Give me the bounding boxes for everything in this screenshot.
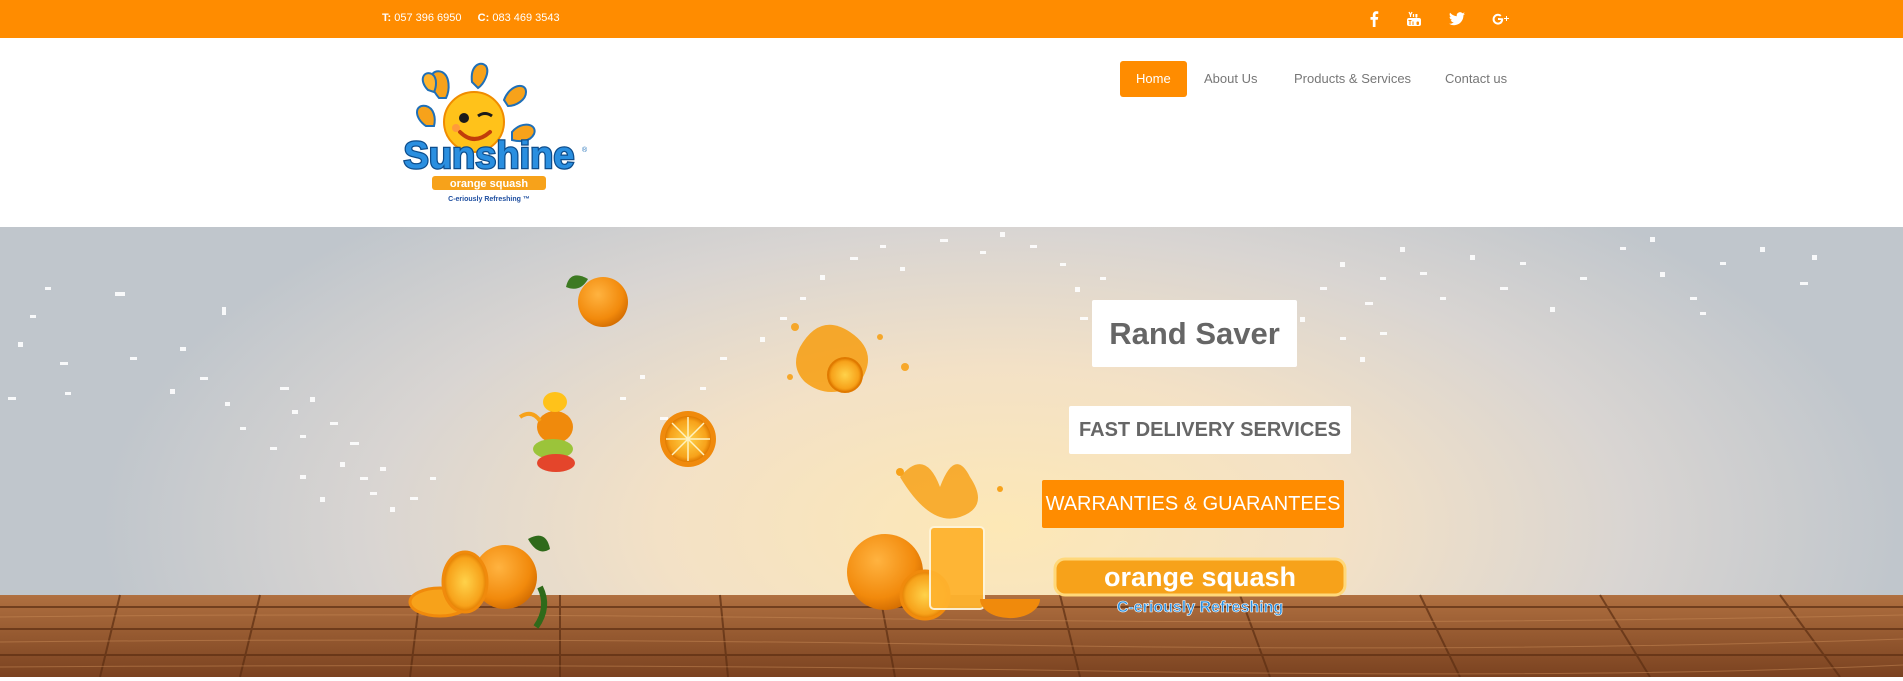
youtube-icon[interactable]	[1402, 7, 1426, 31]
contact-info: T: 057 396 6950 C: 083 469 3543	[382, 12, 560, 24]
nav-home[interactable]: Home	[1120, 61, 1187, 97]
facebook-icon[interactable]	[1362, 7, 1386, 31]
nav-contact-us[interactable]: Contact us	[1429, 61, 1523, 97]
phone-label: T:	[382, 12, 392, 24]
hero-caption-rand-saver: Rand Saver	[1092, 300, 1297, 367]
svg-text:C-eriously Refreshing ™: C-eriously Refreshing ™	[448, 196, 530, 203]
hero-slider: Rand Saver FAST DELIVERY SERVICES WARRAN…	[0, 227, 1903, 677]
cell-label: C:	[477, 12, 490, 24]
hero-background-art	[0, 232, 1903, 677]
svg-text:Sunshine: Sunshine	[403, 135, 574, 177]
svg-text:orange squash: orange squash	[450, 178, 529, 190]
phone-number[interactable]: 057 396 6950	[394, 12, 461, 24]
google-plus-icon[interactable]	[1489, 7, 1513, 31]
sunshine-logo[interactable]: Sunshine orange squash C-eriously Refres…	[384, 60, 594, 206]
badge-tagline-text: C-eriously Refreshing	[1117, 599, 1283, 616]
hero-caption-warranties: WARRANTIES & GUARANTEES	[1042, 480, 1344, 528]
orange-squash-badge: orange squash C-eriously Refreshing	[1053, 557, 1347, 616]
svg-text:®: ®	[582, 146, 588, 154]
cell-number[interactable]: 083 469 3543	[492, 12, 559, 24]
nav-products-services[interactable]: Products & Services	[1278, 61, 1427, 97]
badge-product-text: orange squash	[1104, 562, 1296, 592]
top-contact-bar: T: 057 396 6950 C: 083 469 3543	[0, 0, 1903, 38]
nav-about-us[interactable]: About Us	[1188, 61, 1273, 97]
site-header: Sunshine orange squash C-eriously Refres…	[0, 38, 1903, 227]
hero-caption-fast-delivery: FAST DELIVERY SERVICES	[1069, 406, 1351, 454]
twitter-icon[interactable]	[1445, 7, 1469, 31]
